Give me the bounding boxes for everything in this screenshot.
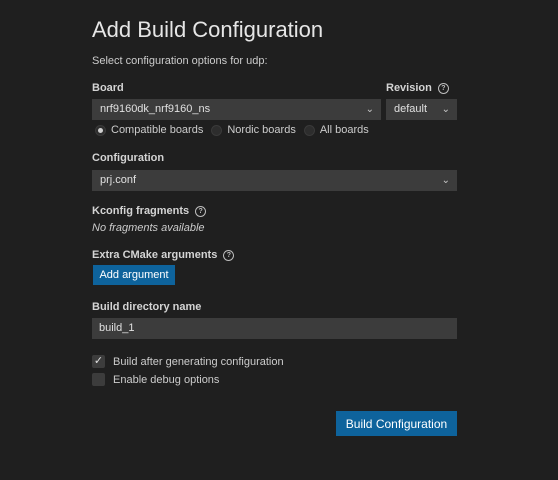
board-select[interactable]: nrf9160dk_nrf9160_ns ⌄	[92, 99, 381, 120]
checkbox-icon[interactable]	[92, 373, 105, 386]
chevron-down-icon: ⌄	[441, 104, 450, 115]
revision-select-value: default	[394, 103, 428, 115]
radio-dot-icon	[303, 124, 315, 136]
radio-label: All boards	[319, 124, 369, 136]
configuration-select-value: prj.conf	[100, 174, 137, 186]
kconfig-label: Kconfig fragments ?	[92, 205, 207, 217]
revision-select[interactable]: default ⌄	[386, 99, 457, 120]
add-argument-button[interactable]: Add argument	[93, 265, 175, 285]
revision-label-text: Revision	[386, 82, 432, 94]
checkbox-label: Build after generating configuration	[113, 355, 284, 368]
page-title: Add Build Configuration	[92, 17, 324, 42]
cmake-label-text: Extra CMake arguments	[92, 249, 218, 261]
help-icon[interactable]: ?	[223, 249, 235, 261]
chevron-down-icon: ⌄	[441, 175, 450, 186]
board-label: Board	[92, 82, 124, 94]
radio-dot-icon	[95, 124, 106, 136]
radio-dot-icon	[211, 124, 223, 136]
board-filter-radios: Compatible boards Nordic boards All boar…	[95, 124, 377, 136]
build-dir-label: Build directory name	[92, 301, 201, 313]
configuration-select[interactable]: prj.conf ⌄	[92, 170, 457, 191]
chevron-down-icon: ⌄	[365, 104, 374, 115]
kconfig-label-text: Kconfig fragments	[92, 205, 190, 217]
configuration-label-text: Configuration	[92, 152, 165, 164]
help-icon[interactable]: ?	[195, 205, 207, 217]
help-icon[interactable]: ?	[437, 82, 449, 94]
build-configuration-button[interactable]: Build Configuration	[336, 411, 457, 436]
radio-all-boards[interactable]: All boards	[303, 124, 369, 136]
radio-label: Nordic boards	[227, 124, 296, 136]
checkbox-checked-icon[interactable]: ✓	[92, 355, 105, 368]
board-select-value: nrf9160dk_nrf9160_ns	[100, 103, 211, 115]
radio-label: Compatible boards	[111, 124, 204, 136]
board-label-text: Board	[92, 82, 124, 94]
configuration-label: Configuration	[92, 152, 164, 164]
checkbox-label: Enable debug options	[113, 373, 220, 386]
build-dir-label-text: Build directory name	[92, 301, 202, 313]
radio-nordic-boards[interactable]: Nordic boards	[211, 124, 296, 136]
build-after-generate-option[interactable]: ✓ Build after generating configuration	[92, 355, 284, 368]
build-dir-input-value: build_1	[99, 322, 135, 334]
enable-debug-option[interactable]: Enable debug options	[92, 373, 219, 386]
radio-compatible-boards[interactable]: Compatible boards	[95, 124, 203, 136]
build-dir-input[interactable]: build_1	[92, 318, 457, 339]
cmake-label: Extra CMake arguments ?	[92, 249, 235, 261]
revision-label: Revision ?	[386, 82, 449, 94]
kconfig-empty-text: No fragments available	[92, 222, 205, 234]
page-subtitle: Select configuration options for udp:	[92, 55, 268, 67]
